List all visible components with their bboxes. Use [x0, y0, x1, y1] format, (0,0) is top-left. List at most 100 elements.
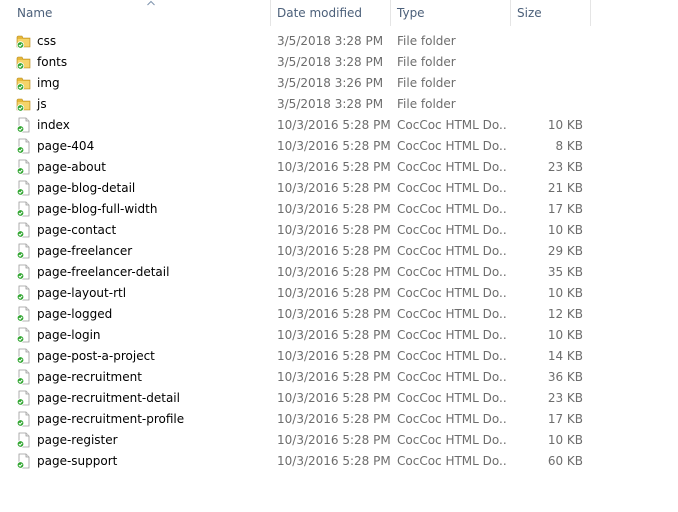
file-row[interactable]: page-login 10/3/2016 5:28 PM CocCoc HTML D…: [0, 325, 678, 346]
file-type: CocCoc HTML Do...: [397, 307, 507, 321]
folder-row[interactable]: fonts 3/5/2018 3:28 PM File folder: [0, 52, 678, 73]
file-size: 23 KB: [547, 391, 583, 405]
file-size: 14 KB: [547, 349, 583, 363]
folder-sync-check-icon: [16, 75, 32, 91]
file-name: page-logged: [37, 307, 113, 321]
file-size: 10 KB: [547, 118, 583, 132]
file-size: 60 KB: [547, 454, 583, 468]
html-file-sync-check-icon: [16, 264, 32, 280]
file-row[interactable]: page-post-a-project 10/3/2016 5:28 PM CocC…: [0, 346, 678, 367]
html-file-sync-check-icon: [16, 306, 32, 322]
file-row[interactable]: page-recruitment-profile 10/3/2016 5:28 P…: [0, 409, 678, 430]
file-name: page-freelancer: [37, 244, 133, 258]
file-name: page-recruitment: [37, 370, 142, 384]
file-name: index: [37, 118, 70, 132]
file-date-modified: 10/3/2016 5:28 PM: [277, 391, 391, 405]
file-name: js: [37, 97, 47, 111]
html-file-sync-check-icon: [16, 327, 32, 343]
file-row[interactable]: page-about 10/3/2016 5:28 PM CocCoc HTML D…: [0, 157, 678, 178]
file-date-modified: 10/3/2016 5:28 PM: [277, 118, 391, 132]
file-size: 17 KB: [547, 202, 583, 216]
file-row[interactable]: page-blog-full-width 10/3/2016 5:28 PM Coc…: [0, 199, 678, 220]
file-row[interactable]: page-freelancer-detail 10/3/2016 5:28 PM C…: [0, 262, 678, 283]
file-type: File folder: [397, 34, 456, 48]
file-name: page-support: [37, 454, 118, 468]
file-name: page-404: [37, 139, 95, 153]
file-name: page-blog-full-width: [37, 202, 158, 216]
file-size: 8 KB: [555, 139, 583, 153]
file-date-modified: 10/3/2016 5:28 PM: [277, 265, 391, 279]
html-file-sync-check-icon: [16, 159, 32, 175]
file-date-modified: 10/3/2016 5:28 PM: [277, 412, 391, 426]
file-name: css: [37, 34, 57, 48]
file-date-modified: 10/3/2016 5:28 PM: [277, 139, 391, 153]
file-row[interactable]: page-logged 10/3/2016 5:28 PM CocCoc HTML …: [0, 304, 678, 325]
column-header-date-modified[interactable]: Date modified: [271, 0, 391, 26]
file-date-modified: 10/3/2016 5:28 PM: [277, 160, 391, 174]
file-row[interactable]: index 10/3/2016 5:28 PM CocCoc HTML Do... 1…: [0, 115, 678, 136]
html-file-sync-check-icon: [16, 348, 32, 364]
folder-row[interactable]: js 3/5/2018 3:28 PM File folder: [0, 94, 678, 115]
html-file-sync-check-icon: [16, 285, 32, 301]
file-type: CocCoc HTML Do...: [397, 223, 507, 237]
html-file-sync-check-icon: [16, 453, 32, 469]
file-row[interactable]: page-support 10/3/2016 5:28 PM CocCoc HTML…: [0, 451, 678, 472]
file-row[interactable]: page-recruitment 10/3/2016 5:28 PM CocCoc …: [0, 367, 678, 388]
file-row[interactable]: page-blog-detail 10/3/2016 5:28 PM CocCoc …: [0, 178, 678, 199]
file-size: 10 KB: [547, 328, 583, 342]
file-name: page-layout-rtl: [37, 286, 127, 300]
folder-sync-check-icon: [16, 54, 32, 70]
folder-sync-check-icon: [16, 96, 32, 112]
file-date-modified: 10/3/2016 5:28 PM: [277, 286, 391, 300]
file-type: CocCoc HTML Do...: [397, 181, 507, 195]
file-name: page-post-a-project: [37, 349, 155, 363]
file-type: CocCoc HTML Do...: [397, 118, 507, 132]
sort-up-arrow-icon: [147, 0, 155, 6]
file-date-modified: 10/3/2016 5:28 PM: [277, 328, 391, 342]
file-row[interactable]: page-register 10/3/2016 5:28 PM CocCoc HTM…: [0, 430, 678, 451]
html-file-sync-check-icon: [16, 201, 32, 217]
html-file-sync-check-icon: [16, 411, 32, 427]
file-date-modified: 10/3/2016 5:28 PM: [277, 244, 391, 258]
file-date-modified: 10/3/2016 5:28 PM: [277, 454, 391, 468]
file-date-modified: 10/3/2016 5:28 PM: [277, 181, 391, 195]
file-row[interactable]: page-404 10/3/2016 5:28 PM CocCoc HTML Do.…: [0, 136, 678, 157]
file-row[interactable]: page-layout-rtl 10/3/2016 5:28 PM CocCoc H…: [0, 283, 678, 304]
file-name: page-about: [37, 160, 106, 174]
file-type: File folder: [397, 76, 456, 90]
column-header-type[interactable]: Type: [391, 0, 511, 26]
html-file-sync-check-icon: [16, 243, 32, 259]
file-name: page-recruitment-detail: [37, 391, 180, 405]
folder-row[interactable]: img 3/5/2018 3:26 PM File folder: [0, 73, 678, 94]
file-type: CocCoc HTML Do...: [397, 349, 507, 363]
file-name: page-blog-detail: [37, 181, 136, 195]
file-row[interactable]: page-freelancer 10/3/2016 5:28 PM CocCoc H…: [0, 241, 678, 262]
file-size: 10 KB: [547, 286, 583, 300]
file-row[interactable]: page-recruitment-detail 10/3/2016 5:28 PM…: [0, 388, 678, 409]
column-header-name[interactable]: Name: [12, 0, 271, 26]
folder-row[interactable]: css 3/5/2018 3:28 PM File folder: [0, 31, 678, 52]
column-header-bar: Name Date modified Type Size: [0, 0, 678, 26]
file-name: page-freelancer-detail: [37, 265, 170, 279]
file-type: CocCoc HTML Do...: [397, 370, 507, 384]
file-type: CocCoc HTML Do...: [397, 160, 507, 174]
file-date-modified: 3/5/2018 3:28 PM: [277, 34, 384, 48]
html-file-sync-check-icon: [16, 222, 32, 238]
file-size: 35 KB: [547, 265, 583, 279]
html-file-sync-check-icon: [16, 180, 32, 196]
file-row[interactable]: page-contact 10/3/2016 5:28 PM CocCoc HTML…: [0, 220, 678, 241]
file-type: CocCoc HTML Do...: [397, 391, 507, 405]
file-name: img: [37, 76, 60, 90]
file-type: CocCoc HTML Do...: [397, 412, 507, 426]
file-size: 10 KB: [547, 223, 583, 237]
file-name: page-contact: [37, 223, 117, 237]
file-size: 36 KB: [547, 370, 583, 384]
file-type: CocCoc HTML Do...: [397, 454, 507, 468]
file-name: fonts: [37, 55, 68, 69]
column-header-size[interactable]: Size: [511, 0, 591, 26]
file-type: CocCoc HTML Do...: [397, 286, 507, 300]
file-date-modified: 3/5/2018 3:28 PM: [277, 55, 384, 69]
file-date-modified: 3/5/2018 3:28 PM: [277, 97, 384, 111]
html-file-sync-check-icon: [16, 138, 32, 154]
html-file-sync-check-icon: [16, 369, 32, 385]
